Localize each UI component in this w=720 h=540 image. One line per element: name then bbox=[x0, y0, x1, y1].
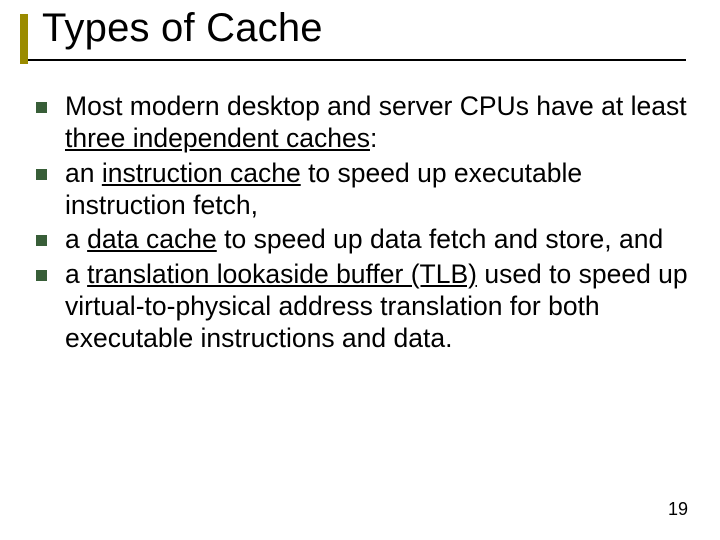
bullet-text: an instruction cache to speed up executa… bbox=[65, 157, 692, 222]
bullet-square-icon bbox=[36, 102, 47, 113]
text-pre: a bbox=[65, 259, 87, 289]
slide-body: Most modern desktop and server CPUs have… bbox=[36, 90, 692, 357]
bullet-text: a data cache to speed up data fetch and … bbox=[65, 223, 692, 255]
list-item: a translation lookaside buffer (TLB) use… bbox=[36, 258, 692, 355]
text-post: : bbox=[370, 123, 377, 153]
title-block: Types of Cache bbox=[20, 5, 700, 69]
page-number: 19 bbox=[668, 499, 688, 520]
text-underlined: data cache bbox=[87, 224, 217, 254]
bullet-square-icon bbox=[36, 169, 47, 180]
bullet-text: Most modern desktop and server CPUs have… bbox=[65, 90, 692, 155]
title-underline bbox=[20, 59, 686, 61]
text-underlined: three independent caches bbox=[65, 123, 370, 153]
bullet-square-icon bbox=[36, 235, 47, 246]
bullet-text: a translation lookaside buffer (TLB) use… bbox=[65, 258, 692, 355]
title-accent-bar bbox=[20, 14, 28, 64]
text-underlined: instruction cache bbox=[102, 158, 301, 188]
list-item: Most modern desktop and server CPUs have… bbox=[36, 90, 692, 155]
bullet-square-icon bbox=[36, 270, 47, 281]
text-pre: an bbox=[65, 158, 102, 188]
slide-title: Types of Cache bbox=[42, 5, 700, 51]
text-pre: a bbox=[65, 224, 87, 254]
list-item: an instruction cache to speed up executa… bbox=[36, 157, 692, 222]
text-post: to speed up data fetch and store, and bbox=[217, 224, 663, 254]
slide: Types of Cache Most modern desktop and s… bbox=[0, 0, 720, 540]
list-item: a data cache to speed up data fetch and … bbox=[36, 223, 692, 255]
text-underlined: translation lookaside buffer (TLB) bbox=[87, 259, 477, 289]
text-pre: Most modern desktop and server CPUs have… bbox=[65, 91, 687, 121]
